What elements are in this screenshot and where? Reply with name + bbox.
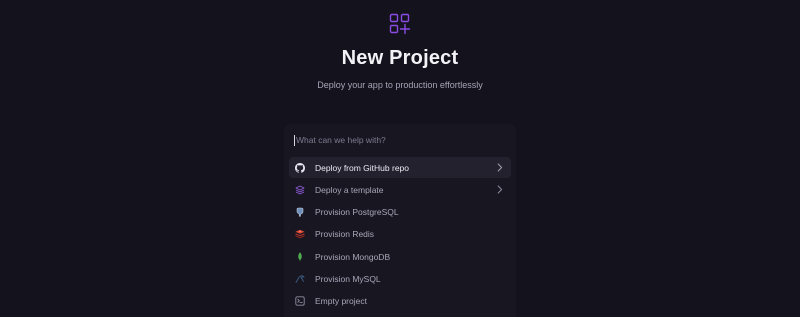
layers-icon [295, 185, 305, 195]
new-project-page: New Project Deploy your app to productio… [0, 0, 800, 317]
menu-item-deploy-github[interactable]: Deploy from GitHub repo [289, 157, 511, 178]
command-panel: Deploy from GitHub repo Deploy a templat… [284, 124, 516, 317]
empty-project-icon [295, 296, 305, 306]
search-bar[interactable] [294, 132, 506, 148]
postgresql-icon [295, 207, 305, 217]
menu-item-label: Empty project [315, 296, 367, 307]
grid-plus-icon [389, 13, 411, 35]
project-options-list: Deploy from GitHub repo Deploy a templat… [289, 157, 511, 313]
menu-item-label: Provision PostgreSQL [315, 207, 399, 218]
chevron-right-icon [497, 163, 503, 172]
mysql-icon [295, 274, 305, 284]
menu-item-label: Deploy a template [315, 184, 384, 195]
menu-item-label: Provision Redis [315, 229, 375, 240]
page-title: New Project [341, 47, 459, 69]
redis-icon [295, 229, 305, 239]
page-subtitle: Deploy your app to production effortless… [317, 80, 483, 90]
menu-item-provision-mysql[interactable]: Provision MySQL [289, 268, 511, 289]
menu-item-deploy-template[interactable]: Deploy a template [289, 179, 511, 200]
menu-item-provision-redis[interactable]: Provision Redis [289, 224, 511, 245]
github-icon [295, 162, 305, 173]
menu-item-empty-project[interactable]: Empty project [289, 291, 511, 312]
menu-item-provision-mongodb[interactable]: Provision MongoDB [289, 246, 511, 267]
menu-item-label: Deploy from GitHub repo [315, 162, 410, 173]
chevron-right-icon [497, 185, 503, 194]
search-input[interactable] [296, 135, 496, 145]
mongodb-icon [295, 251, 305, 262]
menu-item-label: Provision MongoDB [315, 251, 391, 262]
menu-item-provision-postgresql[interactable]: Provision PostgreSQL [289, 202, 511, 223]
menu-item-label: Provision MySQL [315, 273, 381, 284]
text-caret [294, 134, 295, 146]
